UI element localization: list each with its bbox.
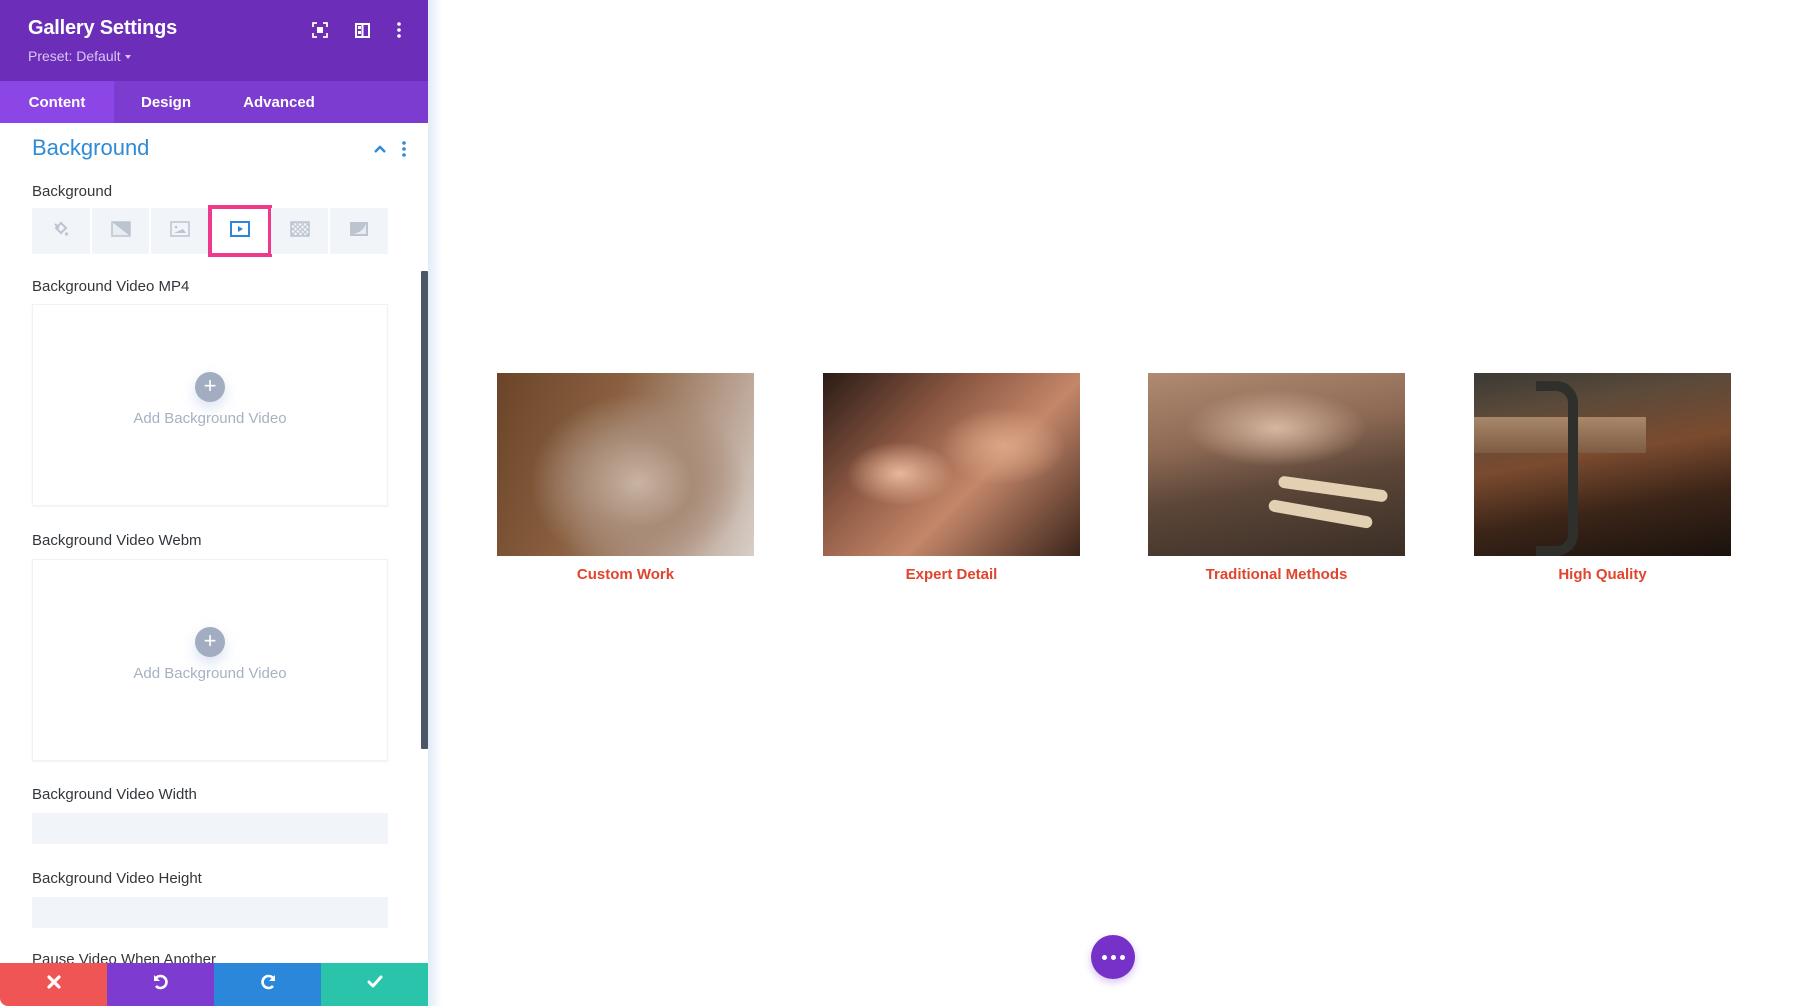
preset-dropdown[interactable]: Preset: Default — [28, 48, 131, 64]
more-options-icon[interactable] — [389, 20, 409, 40]
video-webm-upload[interactable]: + Add Background Video — [32, 559, 388, 761]
panel-footer — [0, 963, 428, 1006]
tab-advanced[interactable]: Advanced — [218, 81, 340, 123]
bg-type-gradient[interactable] — [91, 208, 150, 254]
caret-down-icon — [124, 55, 131, 60]
add-icon: + — [195, 626, 225, 657]
more-actions-button[interactable] — [1091, 935, 1135, 979]
gallery-image-clamp[interactable] — [1474, 373, 1731, 556]
clamp-shape — [1536, 381, 1578, 556]
video-mp4-upload[interactable]: + Add Background Video — [32, 304, 388, 506]
background-label: Background — [32, 183, 113, 200]
gallery-item[interactable]: Traditional Methods — [1148, 373, 1405, 583]
add-video-webm-button[interactable]: Add Background Video — [133, 665, 286, 682]
gallery-item[interactable]: High Quality — [1474, 373, 1731, 583]
check-icon — [367, 975, 383, 994]
gallery-caption: Traditional Methods — [1205, 566, 1348, 583]
video-width-input[interactable] — [32, 813, 388, 844]
gradient-icon — [110, 220, 131, 242]
bg-type-video[interactable] — [208, 205, 272, 257]
image-icon — [170, 220, 190, 242]
cancel-button[interactable] — [0, 963, 107, 1006]
focus-mode-icon[interactable] — [310, 20, 330, 40]
chisel-shape — [1267, 498, 1374, 530]
gallery-image-carved-chair[interactable] — [497, 373, 754, 556]
chisel-shape — [1277, 475, 1389, 503]
add-icon: + — [195, 371, 225, 402]
gallery-image-chisels[interactable] — [1148, 373, 1405, 556]
video-height-input[interactable] — [32, 897, 388, 928]
background-type-tabs — [32, 205, 389, 257]
section-title[interactable]: Background — [32, 135, 149, 161]
video-webm-label: Background Video Webm — [32, 532, 202, 549]
gallery-caption: Expert Detail — [905, 566, 998, 583]
dot — [1110, 954, 1116, 960]
bg-type-mask[interactable] — [330, 208, 389, 254]
dot — [1101, 954, 1107, 960]
mask-icon — [349, 221, 369, 242]
save-button[interactable] — [321, 963, 428, 1006]
close-icon — [46, 975, 61, 994]
redo-button[interactable] — [214, 963, 321, 1006]
video-height-label: Background Video Height — [32, 870, 202, 887]
preset-label: Preset: Default — [28, 48, 121, 64]
panel-title: Gallery Settings — [28, 17, 178, 39]
panel-scrollbar[interactable] — [421, 271, 428, 749]
gallery-caption: High Quality — [1558, 566, 1647, 583]
panel-header: Gallery Settings Preset: Default — [0, 0, 428, 81]
undo-button[interactable] — [107, 963, 214, 1006]
gallery-item[interactable]: Custom Work — [497, 373, 754, 583]
settings-panel: Gallery Settings Preset: Default Content… — [0, 0, 428, 1006]
gallery-item[interactable]: Expert Detail — [823, 373, 1080, 583]
paint-bucket-icon — [53, 221, 69, 242]
bg-type-pattern[interactable] — [270, 208, 329, 254]
tab-design[interactable]: Design — [114, 81, 218, 123]
settings-tabs: Content Design Advanced — [0, 81, 428, 123]
chevron-up-icon[interactable] — [370, 139, 390, 159]
panel-shadow — [428, 0, 442, 1006]
gallery-image-wood-carving[interactable] — [823, 373, 1080, 556]
split-view-icon[interactable] — [352, 20, 372, 40]
redo-icon — [260, 974, 276, 995]
section-options-icon[interactable] — [398, 139, 410, 159]
video-width-label: Background Video Width — [32, 786, 197, 803]
bg-type-color[interactable] — [32, 208, 90, 254]
pattern-icon — [289, 220, 310, 242]
bg-type-image[interactable] — [151, 208, 210, 254]
video-icon — [229, 220, 250, 242]
tab-content[interactable]: Content — [0, 81, 114, 123]
video-mp4-label: Background Video MP4 — [32, 278, 190, 295]
undo-icon — [153, 974, 169, 995]
dot — [1119, 954, 1125, 960]
gallery-caption: Custom Work — [576, 566, 675, 583]
add-video-mp4-button[interactable]: Add Background Video — [133, 410, 286, 427]
